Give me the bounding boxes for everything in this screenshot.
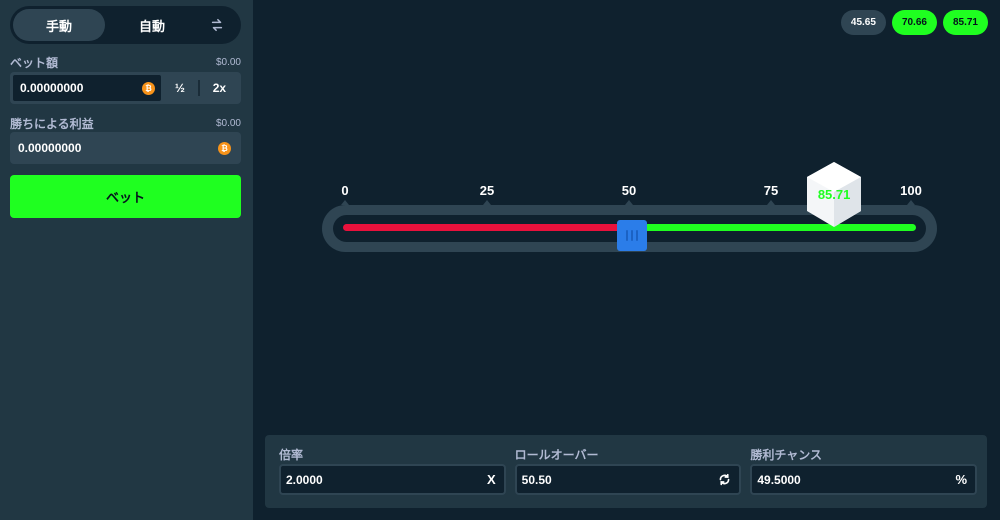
- roll-over-value: 50.50: [521, 472, 552, 487]
- game-settings-panel: 倍率 2.0000 X ロールオーバー 50.50 勝利チャンス 49.5000…: [265, 435, 987, 508]
- win-chance-suffix: %: [955, 472, 968, 487]
- multiplier-setting: 倍率 2.0000 X: [279, 435, 506, 508]
- history-result-win: 70.66: [891, 10, 937, 35]
- result-dice-marker: 85.71: [803, 160, 865, 230]
- multiplier-value: 2.0000: [286, 472, 323, 487]
- tick-label-100: 100: [900, 183, 922, 198]
- roll-over-input[interactable]: 50.50: [514, 464, 742, 495]
- win-chance-input[interactable]: 49.5000 %: [750, 464, 978, 495]
- tick-label-50: 50: [621, 183, 637, 198]
- refresh-icon[interactable]: [718, 473, 731, 486]
- tick-label-0: 0: [341, 183, 349, 198]
- roll-over-setting: ロールオーバー 50.50: [514, 435, 742, 508]
- multiplier-suffix: X: [487, 472, 496, 487]
- bet-button[interactable]: ベット: [10, 175, 241, 218]
- history-result-win: 85.71: [942, 10, 988, 35]
- bet-amount-input[interactable]: 0.00000000 ₿: [12, 74, 162, 102]
- profit-value: 0.00000000: [18, 141, 82, 155]
- win-range-bar: [632, 224, 916, 231]
- bet-amount-label-row: ベット額 $0.00: [10, 54, 241, 71]
- roll-over-label: ロールオーバー: [514, 448, 599, 462]
- grip-line: [631, 230, 634, 241]
- bitcoin-icon: ₿: [142, 81, 155, 95]
- bet-amount-label: ベット額: [10, 56, 59, 70]
- multiplier-input[interactable]: 2.0000 X: [279, 464, 506, 495]
- bet-amount-control: 0.00000000 ₿ ½ 2x: [10, 72, 241, 104]
- result-value: 85.71: [817, 187, 851, 202]
- tick-label-25: 25: [479, 183, 495, 198]
- multiplier-label: 倍率: [279, 448, 304, 462]
- history-result-lose: 45.65: [840, 10, 886, 35]
- profit-on-win-field: 0.00000000 ₿: [10, 132, 241, 164]
- result-history: 45.65 70.66 85.71: [840, 10, 988, 35]
- tab-manual[interactable]: 手動: [13, 9, 105, 41]
- bet-sidebar: 手動 自動 ベット額 $0.00 0.00000000 ₿ ½ 2x 勝ちによる…: [0, 0, 253, 520]
- tab-auto[interactable]: 自動: [105, 9, 199, 41]
- win-chance-setting: 勝利チャンス 49.5000 %: [750, 435, 978, 508]
- grip-line: [636, 230, 639, 241]
- win-chance-value: 49.5000: [757, 472, 801, 487]
- half-bet-button[interactable]: ½: [162, 74, 198, 102]
- bitcoin-icon: ₿: [218, 141, 231, 155]
- dice-game-screen: 手動 自動 ベット額 $0.00 0.00000000 ₿ ½ 2x 勝ちによる…: [0, 0, 1000, 520]
- grip-line: [626, 230, 629, 241]
- game-area: 45.65 70.66 85.71 0 25 50 75 100 85.71 倍…: [253, 0, 1000, 520]
- bet-amount-usd: $0.00: [215, 57, 241, 68]
- profit-label-row: 勝ちによる利益 $0.00: [10, 115, 241, 132]
- swap-arrows-icon[interactable]: [199, 9, 235, 41]
- slider-handle[interactable]: [617, 220, 648, 251]
- double-bet-button[interactable]: 2x: [200, 74, 239, 102]
- profit-label: 勝ちによる利益: [10, 117, 94, 131]
- mode-toggle: 手動 自動: [10, 6, 241, 44]
- profit-usd: $0.00: [215, 118, 241, 129]
- win-chance-label: 勝利チャンス: [750, 448, 822, 462]
- lose-range-bar: [343, 224, 633, 231]
- bet-amount-value: 0.00000000: [20, 81, 84, 95]
- tick-label-75: 75: [763, 183, 779, 198]
